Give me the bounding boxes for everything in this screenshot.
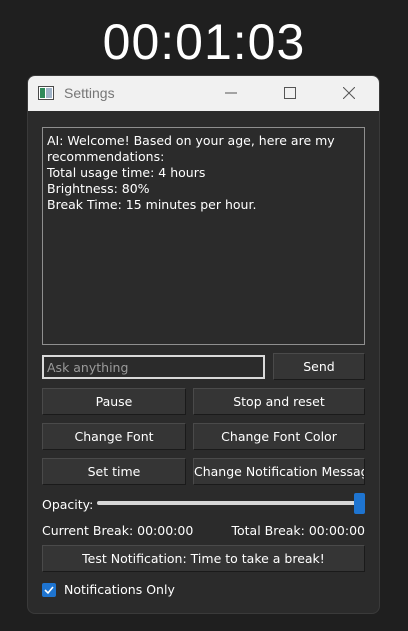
ai-message-line: Total usage time: 4 hours — [47, 165, 206, 180]
change-font-color-button[interactable]: Change Font Color — [193, 423, 365, 450]
window-title: Settings — [64, 85, 115, 101]
close-icon — [343, 87, 355, 99]
ai-message-line: recommendations: — [47, 149, 165, 164]
change-notification-message-button[interactable]: Change Notification Message — [193, 458, 365, 485]
change-font-button[interactable]: Change Font — [42, 423, 186, 450]
app-window-icon — [38, 86, 54, 100]
timer-display: 00:01:03 — [102, 14, 306, 70]
maximize-button[interactable] — [267, 76, 313, 111]
maximize-icon — [284, 87, 296, 99]
ask-input[interactable] — [42, 355, 265, 379]
title-bar[interactable]: Settings — [28, 76, 379, 111]
notifications-only-label[interactable]: Notifications Only — [64, 582, 175, 597]
minimize-icon — [225, 92, 237, 94]
set-time-button[interactable]: Set time — [42, 458, 186, 485]
stop-reset-button[interactable]: Stop and reset — [193, 388, 365, 415]
notifications-only-checkbox[interactable] — [42, 583, 56, 597]
ai-message-box[interactable]: AI: Welcome! Based on your age, here are… — [42, 127, 365, 345]
settings-window: Settings AI: Welcome! Based on your age,… — [28, 76, 379, 613]
current-break-label: Current Break: 00:00:00 — [42, 523, 194, 538]
ai-message-line: Brightness: 80% — [47, 181, 150, 196]
total-break-label: Total Break: 00:00:00 — [231, 523, 365, 538]
window-content: AI: Welcome! Based on your age, here are… — [28, 111, 379, 613]
minimize-button[interactable] — [208, 76, 254, 111]
checkmark-icon — [44, 586, 54, 595]
test-notification-button[interactable]: Test Notification: Time to take a break! — [42, 545, 365, 572]
pause-button[interactable]: Pause — [42, 388, 186, 415]
ai-message-line: Break Time: 15 minutes per hour. — [47, 197, 257, 212]
send-button[interactable]: Send — [273, 353, 365, 380]
opacity-slider-track[interactable] — [97, 501, 359, 505]
opacity-slider-handle[interactable] — [353, 493, 365, 514]
ai-message-line: AI: Welcome! Based on your age, here are… — [47, 133, 335, 148]
close-button[interactable] — [326, 76, 372, 111]
opacity-label: Opacity: — [42, 497, 94, 512]
